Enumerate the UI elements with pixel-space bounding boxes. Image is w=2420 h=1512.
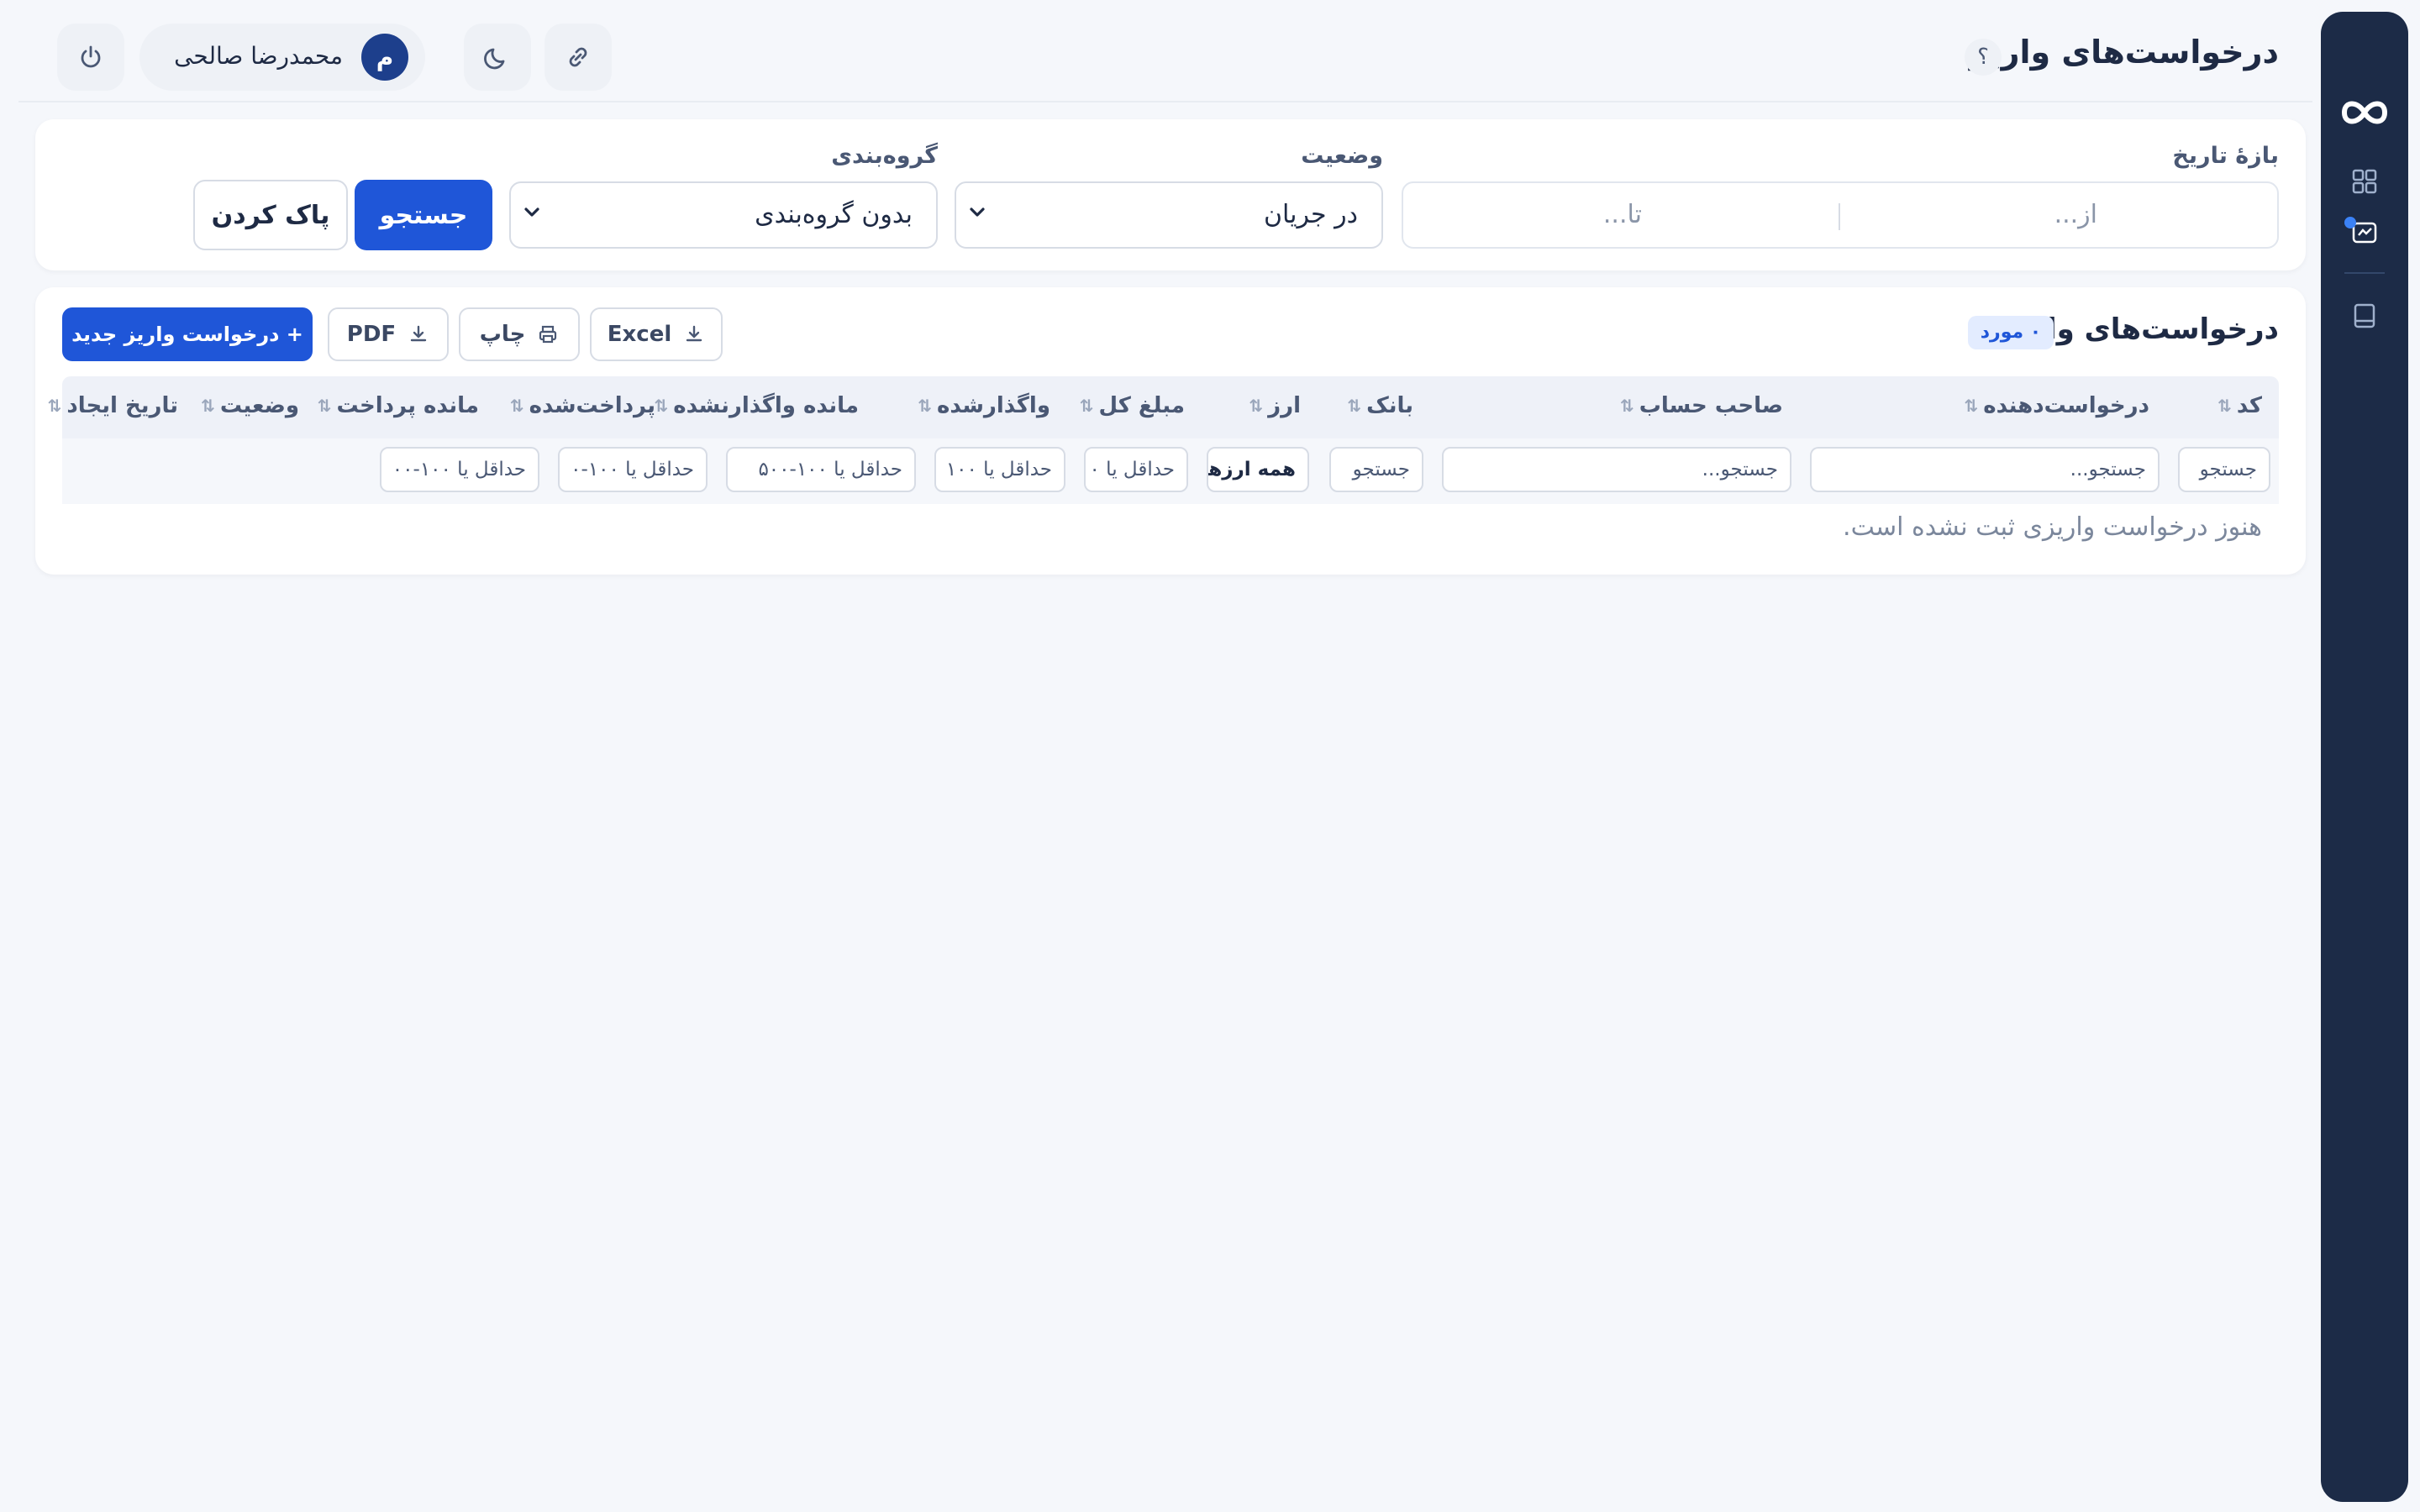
filter-paid-input[interactable]: حداقل یا ۱۰۰-۰ — [558, 447, 708, 492]
table-header: کد ⇅ درخواست‌دهنده ⇅ صاحب حساب ⇅ بانک ⇅ ارز ⇅… — [48, 376, 2279, 438]
date-range-input[interactable]: از... تا... — [1402, 181, 2279, 249]
grouping-select[interactable]: بدون گروه‌بندی — [509, 181, 938, 249]
book-icon[interactable] — [2351, 302, 2378, 329]
sort-icon: ⇅ — [654, 396, 669, 416]
column-header-paid[interactable]: پرداخت‌شده ⇅ — [510, 393, 655, 418]
date-divider — [1839, 203, 1840, 230]
print-button[interactable]: چاپ — [459, 307, 580, 361]
power-icon — [81, 45, 101, 68]
clear-button[interactable]: پاک کردن — [193, 180, 348, 250]
status-select[interactable]: در جریان — [955, 181, 1383, 249]
export-excel-button[interactable]: Excel — [590, 307, 723, 361]
link-icon — [569, 47, 587, 67]
export-excel-label: Excel — [607, 322, 672, 347]
chevron-down-icon — [524, 207, 539, 217]
column-header-status[interactable]: وضعیت ⇅ — [201, 393, 299, 418]
sort-icon: ⇅ — [47, 396, 62, 416]
chevron-down-icon — [970, 207, 985, 217]
deposit-requests-table-card: درخواست‌های واریز ۰ مورد Excel چاپ PDF +… — [35, 287, 2306, 575]
top-header: درخواست‌های واریز ؟ م محمدرضا صالحی — [18, 0, 2312, 102]
column-header-unassigned-remaining[interactable]: مانده واگذارنشده ⇅ — [655, 393, 860, 418]
sidebar — [2321, 12, 2408, 1502]
column-header-account-holder[interactable]: صاحب حساب ⇅ — [1620, 393, 1783, 418]
avatar: م — [361, 34, 408, 81]
moon-icon — [484, 48, 505, 70]
sidebar-divider — [2344, 272, 2385, 274]
status-select-value: در جریان — [1263, 200, 1358, 229]
dashboard-icon[interactable] — [2351, 168, 2378, 195]
column-header-requester[interactable]: درخواست‌دهنده ⇅ — [1965, 393, 2149, 418]
filter-unassigned-remaining-input[interactable]: حداقل یا ۱۰۰-۵۰۰ — [726, 447, 916, 492]
date-from-field[interactable]: از... — [2054, 200, 2097, 229]
filter-payment-remaining-input[interactable]: حداقل یا ۱۰۰-۰۰ — [380, 447, 539, 492]
export-pdf-label: PDF — [346, 322, 397, 347]
page-title: درخواست‌های واریز — [1969, 34, 2279, 71]
column-header-currency[interactable]: ارز ⇅ — [1249, 393, 1301, 418]
sort-icon: ⇅ — [1964, 396, 1979, 416]
logo-icon[interactable] — [2338, 96, 2391, 129]
filter-total-amount-input[interactable]: حداقل یا ۰ — [1084, 447, 1188, 492]
date-to-field[interactable]: تا... — [1603, 200, 1642, 229]
active-indicator — [2344, 217, 2356, 228]
column-filter-row: جستجو جستجو... جستجو... جستجو همه ارزها … — [62, 438, 2279, 504]
status-label: وضعیت — [1301, 143, 1383, 169]
column-header-payment-remaining[interactable]: مانده پرداخت ⇅ — [318, 393, 479, 418]
filter-account-holder-input[interactable]: جستجو... — [1442, 447, 1791, 492]
print-label: چاپ — [479, 322, 526, 347]
count-badge: ۰ مورد — [1968, 316, 2054, 349]
column-header-created-at[interactable]: تاریخ ایجاد ⇅ — [48, 393, 178, 418]
grouping-select-value: بدون گروه‌بندی — [755, 200, 913, 229]
sort-icon: ⇅ — [2217, 396, 2232, 416]
sort-icon: ⇅ — [509, 396, 524, 416]
column-header-assigned[interactable]: واگذارشده ⇅ — [918, 393, 1050, 418]
column-header-total-amount[interactable]: مبلغ کل ⇅ — [1080, 393, 1185, 418]
sort-icon: ⇅ — [1347, 396, 1362, 416]
sort-icon: ⇅ — [1619, 396, 1634, 416]
copy-link-button[interactable] — [544, 24, 612, 91]
date-range-label: بازهٔ تاریخ — [2172, 143, 2279, 169]
sort-icon: ⇅ — [317, 396, 332, 416]
sort-icon: ⇅ — [918, 396, 932, 416]
printer-icon — [539, 325, 557, 344]
column-header-code[interactable]: کد ⇅ — [2217, 393, 2262, 418]
user-name: محمدرضا صالحی — [174, 42, 343, 70]
download-icon — [411, 325, 427, 342]
filter-bank-input[interactable]: جستجو — [1329, 447, 1423, 492]
export-pdf-button[interactable]: PDF — [328, 307, 449, 361]
filter-assigned-input[interactable]: حداقل یا ۱۰۰ — [934, 447, 1065, 492]
sort-icon: ⇅ — [1249, 396, 1264, 416]
grouping-label: گروه‌بندی — [831, 143, 938, 169]
sort-icon: ⇅ — [201, 396, 215, 416]
search-button[interactable]: جستجو — [355, 180, 492, 250]
sort-icon: ⇅ — [1079, 396, 1094, 416]
filter-currency-select[interactable]: همه ارزها — [1207, 447, 1309, 492]
filter-code-input[interactable]: جستجو — [2178, 447, 2270, 492]
download-icon — [687, 325, 702, 342]
user-menu[interactable]: م محمدرضا صالحی — [139, 24, 425, 91]
filter-requester-input[interactable]: جستجو... — [1810, 447, 2160, 492]
theme-toggle-button[interactable] — [464, 24, 531, 91]
empty-state-message: هنوز درخواست واریزی ثبت نشده است. — [1843, 512, 2262, 542]
help-icon[interactable]: ؟ — [1965, 39, 2002, 76]
new-deposit-request-button[interactable]: + درخواست واریز جدید — [62, 307, 313, 361]
column-header-bank[interactable]: بانک ⇅ — [1347, 393, 1413, 418]
logout-button[interactable] — [57, 24, 124, 91]
filter-panel: بازهٔ تاریخ از... تا... وضعیت در جریان گ… — [35, 119, 2306, 270]
